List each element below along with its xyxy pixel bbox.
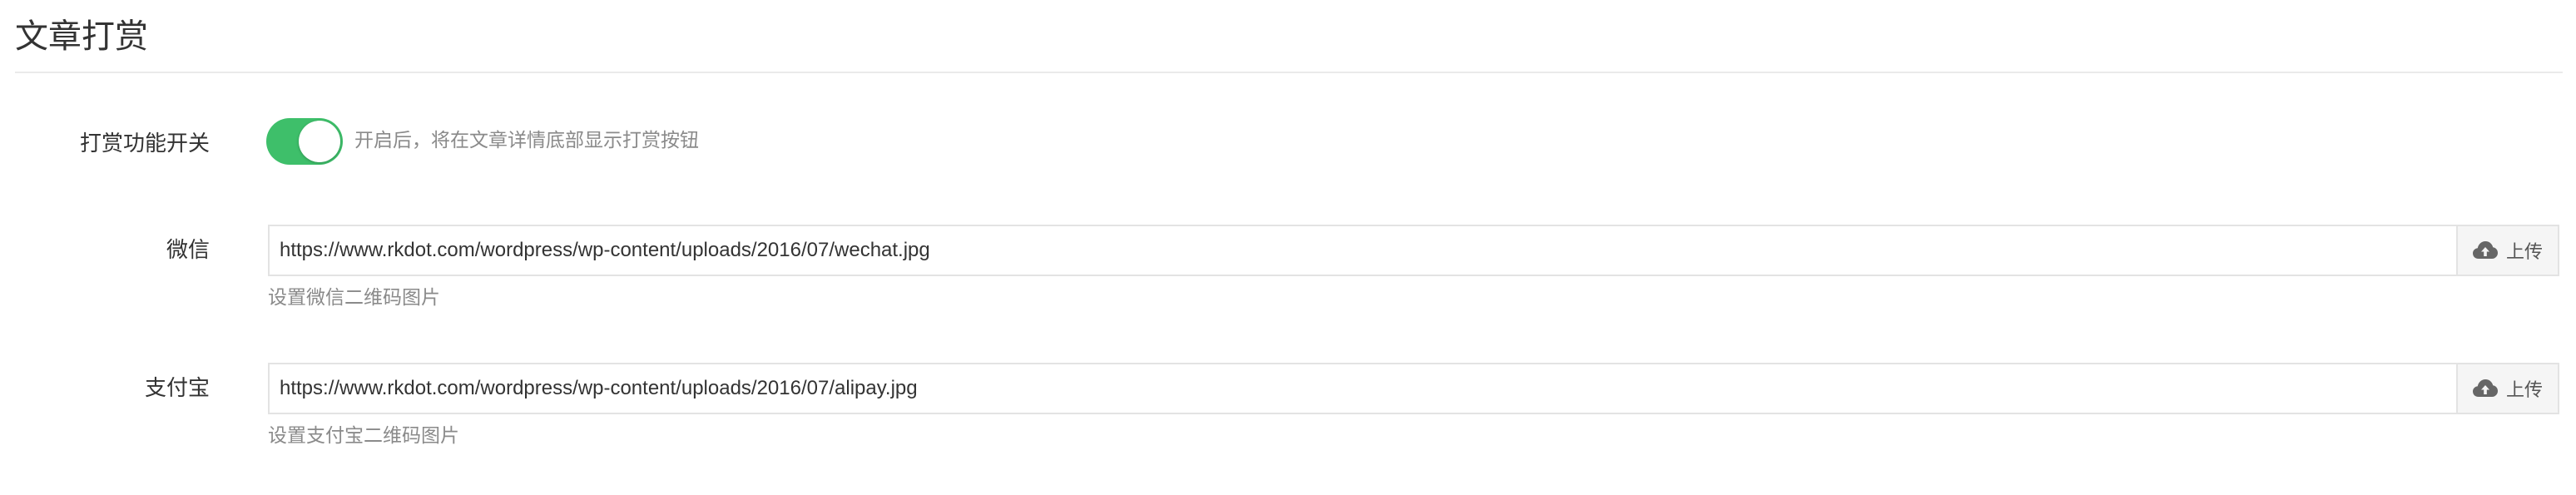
reward-toggle-switch[interactable] (266, 118, 343, 165)
wechat-upload-label: 上传 (2505, 241, 2543, 262)
reward-toggle-hint: 开启后，将在文章详情底部显示打赏按钮 (354, 129, 699, 151)
wechat-url-input[interactable] (270, 226, 2456, 275)
wechat-label: 微信 (166, 237, 210, 262)
wechat-help: 设置微信二维码图片 (268, 286, 440, 308)
toggle-knob (299, 121, 340, 162)
cloud-upload-icon (2472, 379, 2498, 397)
title-divider (15, 72, 2563, 73)
wechat-field: 上传 (268, 225, 2559, 276)
page-title: 文章打赏 (15, 18, 148, 55)
alipay-field: 上传 (268, 363, 2559, 414)
cloud-upload-icon (2472, 241, 2498, 259)
alipay-upload-label: 上传 (2505, 379, 2543, 400)
alipay-help: 设置支付宝二维码图片 (268, 424, 459, 446)
alipay-url-input[interactable] (270, 364, 2456, 413)
reward-toggle-label: 打赏功能开关 (79, 131, 210, 156)
wechat-upload-button[interactable]: 上传 (2456, 226, 2558, 275)
alipay-label: 支付宝 (144, 375, 210, 400)
alipay-upload-button[interactable]: 上传 (2456, 364, 2558, 413)
